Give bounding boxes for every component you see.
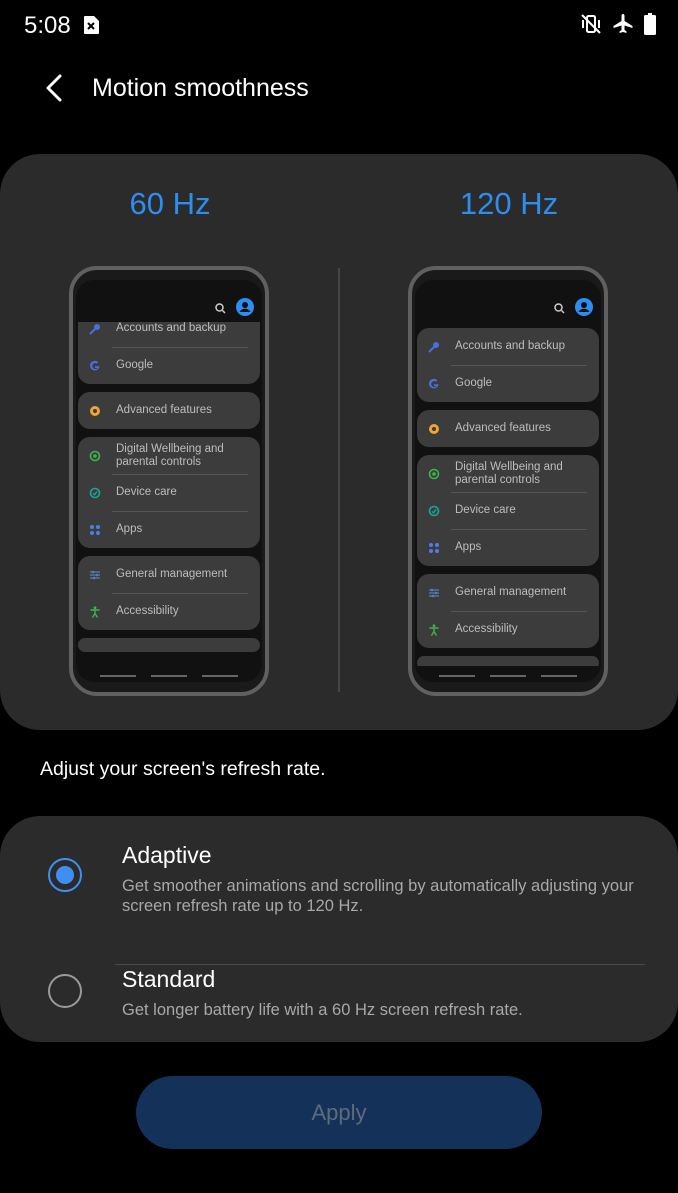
phone-preview-60hz: Accounts and backup Google Advanced featur… <box>69 266 269 696</box>
preview-divider <box>338 268 340 692</box>
list-item-label: Device care <box>116 486 177 498</box>
apps-icon <box>427 541 441 555</box>
list-item-label: Google <box>455 377 493 389</box>
settings-group: Accounts and backup Google <box>417 328 599 402</box>
settings-group <box>78 638 260 652</box>
list-item: Advanced features <box>78 392 260 429</box>
phone-screen: Accounts and backup Google Advanced featur… <box>415 280 601 682</box>
option-description: Get longer battery life with a 60 Hz scr… <box>122 1001 523 1019</box>
wellbeing-icon <box>88 449 102 463</box>
list-item: Google <box>417 365 599 402</box>
rate-60-label: 60 Hz <box>129 186 211 221</box>
back-button[interactable] <box>34 70 74 110</box>
list-item: Digital Wellbeing and parental controls <box>78 437 260 474</box>
list-item: Device care <box>417 492 599 529</box>
settings-group: Accounts and backup Google <box>78 322 260 384</box>
settings-group: Advanced features <box>417 410 599 447</box>
google-icon <box>88 359 102 373</box>
list-item: General management <box>78 556 260 593</box>
description-text: Adjust your screen's refresh rate. <box>40 758 326 780</box>
list-item-label: General management <box>116 568 228 580</box>
search-icon <box>554 301 565 319</box>
list-item: Accounts and backup <box>417 328 599 365</box>
settings-group: Advanced features <box>78 392 260 429</box>
list-item-label: Accessibility <box>116 605 179 617</box>
phone-screen: Accounts and backup Google Advanced featur… <box>76 280 262 682</box>
list-item: Advanced features <box>417 410 599 447</box>
settings-list: Accounts and backup Google Advanced featur… <box>415 328 601 666</box>
list-item: Digital Wellbeing and parental controls <box>417 455 599 492</box>
google-icon <box>427 377 441 391</box>
list-item-label: Apps <box>116 523 143 535</box>
key-icon <box>427 340 441 354</box>
option-title: Adaptive <box>122 842 212 868</box>
refresh-rate-preview: 60 Hz 120 Hz Accounts and backup Google Ad… <box>0 154 678 730</box>
settings-list: Accounts and backup Google Advanced featur… <box>76 322 262 666</box>
list-item-label: Device care <box>455 504 516 516</box>
key-icon <box>88 322 102 336</box>
list-item: Google <box>78 347 260 384</box>
standard-radio[interactable] <box>48 974 82 1008</box>
device-care-icon <box>88 486 102 500</box>
list-item: Apps <box>78 511 260 548</box>
account-icon <box>575 298 593 321</box>
settings-group: General management Accessibility <box>417 574 599 648</box>
accessibility-icon <box>427 623 441 637</box>
list-item-label: Advanced features <box>455 422 551 434</box>
phone-preview-120hz: Accounts and backup Google Advanced featur… <box>408 266 608 696</box>
list-item-label: Advanced features <box>116 404 212 416</box>
list-item: Apps <box>417 529 599 566</box>
list-item-label: Accounts and backup <box>455 340 565 352</box>
list-item: Accounts and backup <box>78 322 260 347</box>
settings-group: Digital Wellbeing and parental controls D… <box>417 455 599 566</box>
device-care-icon <box>427 504 441 518</box>
sliders-icon <box>88 568 102 582</box>
battery-icon <box>644 13 656 40</box>
nav-bar <box>439 675 577 678</box>
sim-error-icon <box>82 15 100 35</box>
list-item: Device care <box>78 474 260 511</box>
list-item-label: Apps <box>455 541 482 553</box>
apply-button[interactable]: Apply <box>136 1076 542 1149</box>
app-bar: Motion smoothness <box>0 60 678 120</box>
settings-group: General management Accessibility <box>78 556 260 630</box>
status-time: 5:08 <box>24 12 71 39</box>
list-item-label: Digital Wellbeing and parental controls <box>455 460 563 486</box>
status-bar: 5:08 <box>0 0 678 52</box>
account-icon <box>236 298 254 321</box>
accessibility-icon <box>88 605 102 619</box>
list-item: Accessibility <box>78 593 260 630</box>
gear-icon <box>88 404 102 418</box>
list-item: General management <box>417 574 599 611</box>
apps-icon <box>88 523 102 537</box>
search-icon <box>215 301 226 319</box>
list-item-label: Accounts and backup <box>116 322 226 334</box>
option-divider <box>115 964 645 965</box>
wellbeing-icon <box>427 467 441 481</box>
adaptive-radio[interactable] <box>48 858 82 892</box>
list-item-label: Google <box>116 359 154 371</box>
rate-120-label: 120 Hz <box>459 186 559 221</box>
vibrate-icon <box>580 13 602 40</box>
page-title: Motion smoothness <box>92 74 309 102</box>
list-item-label: General management <box>455 586 567 598</box>
settings-group: Digital Wellbeing and parental controls D… <box>78 437 260 548</box>
nav-bar <box>100 675 238 678</box>
back-arrow-icon <box>44 74 64 107</box>
airplane-icon <box>612 13 634 40</box>
option-description: Get smoother animations and scrolling by… <box>122 877 634 915</box>
list-item-label: Digital Wellbeing and parental controls <box>116 442 224 468</box>
list-item-label: Accessibility <box>455 623 518 635</box>
option-title: Standard <box>122 966 216 992</box>
refresh-options: Adaptive Get smoother animations and scr… <box>0 816 678 1042</box>
list-item: Accessibility <box>417 611 599 648</box>
settings-group <box>417 656 599 666</box>
sliders-icon <box>427 586 441 600</box>
gear-icon <box>427 422 441 436</box>
